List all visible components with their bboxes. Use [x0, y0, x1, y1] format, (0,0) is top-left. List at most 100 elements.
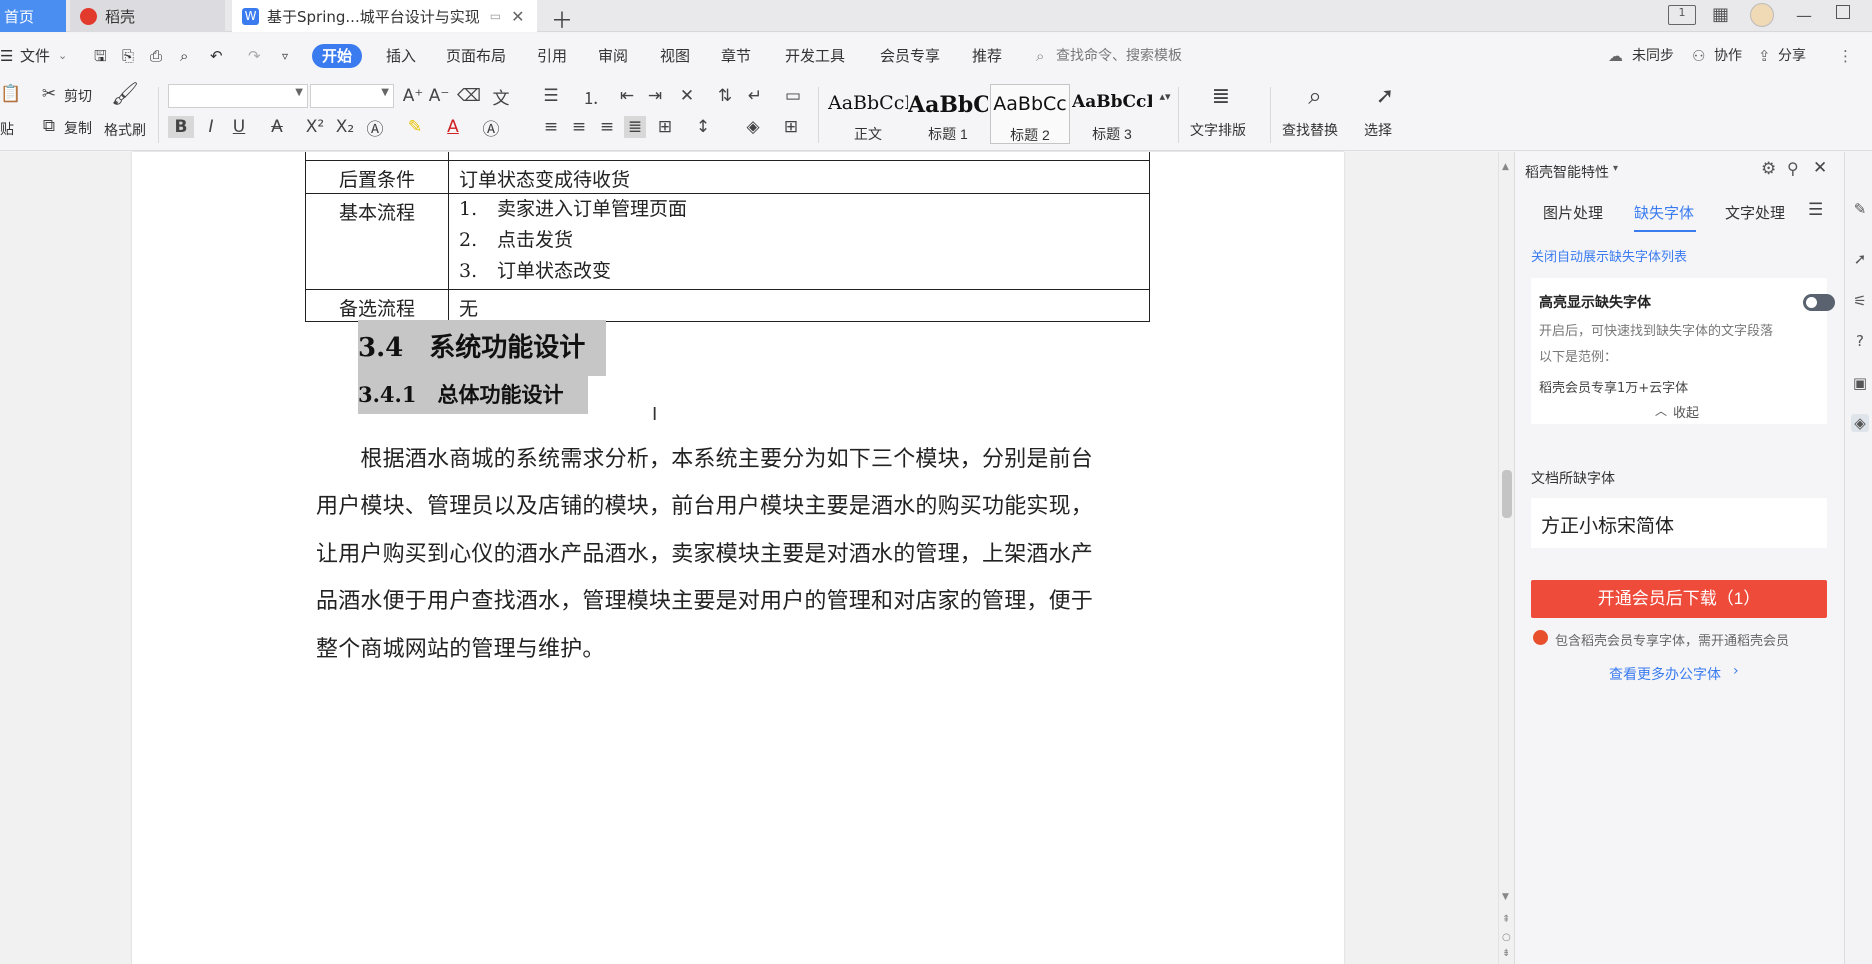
prev-page-icon[interactable]: ⇞	[1502, 914, 1510, 925]
menu-start[interactable]: 开始	[312, 44, 363, 68]
panel-tab-missing-fonts[interactable]: 缺失字体	[1634, 202, 1694, 223]
grid-apps-icon[interactable]: ▦	[1712, 4, 1729, 25]
cut-button[interactable]: 剪切	[64, 86, 92, 106]
bullet-list-icon[interactable]: ☰	[540, 85, 562, 107]
document-page[interactable]: 后置条件 订单状态变成待收货 基本流程 1. 卖家进入订单管理页面 2. 点击发货 …	[132, 152, 1344, 964]
collab-button[interactable]: 协作	[1714, 44, 1742, 68]
avatar[interactable]	[1750, 3, 1774, 27]
image-tool-icon[interactable]: ▣	[1851, 374, 1869, 392]
increase-indent-icon[interactable]: ⇥	[644, 85, 666, 107]
text-effect-icon[interactable]: Ⓐ	[364, 116, 386, 140]
borders-icon[interactable]: ⊞	[780, 116, 802, 138]
command-search-input[interactable]: 查找命令、搜索模板	[1056, 44, 1182, 68]
panel-tab-text[interactable]: 文字处理	[1725, 202, 1785, 223]
menu-developer[interactable]: 开发工具	[785, 44, 845, 68]
menu-file[interactable]: 文件	[20, 44, 50, 68]
paste-button[interactable]: 粘贴	[0, 119, 14, 139]
paste-icon[interactable]: 📋	[0, 83, 22, 105]
share-button[interactable]: 分享	[1778, 44, 1806, 68]
pinyin-guide-icon[interactable]: 文	[490, 85, 512, 109]
find-replace-button[interactable]: 查找替换	[1282, 120, 1338, 140]
table-tools-icon[interactable]: ▭	[782, 85, 804, 107]
menu-list-icon[interactable]: ☰	[1808, 200, 1823, 220]
smart-features-icon[interactable]: ◈	[1851, 414, 1869, 432]
new-tab-icon[interactable]: ＋	[551, 3, 573, 35]
edit-pen-icon[interactable]: ✎	[1851, 200, 1869, 218]
missing-font-item[interactable]: 方正小标宋简体	[1531, 498, 1827, 548]
align-left-icon[interactable]: ≡	[540, 116, 562, 138]
print-preview-icon[interactable]: ⌕	[180, 44, 188, 68]
quick-access-more-icon[interactable]: ▿	[282, 44, 288, 68]
numbered-list-icon[interactable]: ⒈	[580, 85, 602, 109]
highlight-toggle[interactable]	[1803, 294, 1835, 311]
chinese-layout-icon[interactable]: ✕	[676, 85, 698, 107]
font-color-icon[interactable]: A	[442, 116, 464, 138]
more-fonts-link[interactable]: 查看更多办公字体	[1609, 664, 1721, 684]
style-heading-1[interactable]: AaBbC 标题 1	[908, 84, 988, 144]
undo-icon[interactable]: ↶	[210, 44, 223, 68]
chevron-up-icon[interactable]: ︿	[1655, 402, 1667, 419]
menu-recommend[interactable]: 推荐	[972, 44, 1002, 68]
justify-icon[interactable]: ≣	[624, 116, 646, 138]
subscript-icon[interactable]: X₂	[334, 116, 356, 138]
menu-member[interactable]: 会员专享	[880, 44, 940, 68]
chevron-down-icon[interactable]: ▾	[1613, 163, 1618, 174]
distribute-icon[interactable]: ⊞	[654, 116, 676, 138]
help-icon[interactable]: ?	[1851, 332, 1869, 350]
copy-button[interactable]: 复制	[64, 118, 92, 138]
chevron-down-icon[interactable]: ⌄	[58, 44, 67, 68]
pin-icon[interactable]: ⚲	[1787, 159, 1799, 178]
menu-insert[interactable]: 插入	[386, 44, 416, 68]
scrollbar-thumb[interactable]	[1502, 470, 1512, 518]
menu-page-layout[interactable]: 页面布局	[446, 44, 506, 68]
tab-document[interactable]: W 基于Spring...城平台设计与实现 ▭ ✕	[232, 0, 537, 32]
adjust-sliders-icon[interactable]: ⚟	[1851, 292, 1869, 310]
vertical-scrollbar[interactable]: ▲ ▼ ⇞ ○ ⇟	[1498, 152, 1514, 964]
tab-home[interactable]: 首页	[0, 0, 66, 32]
chevron-right-icon[interactable]: ›	[1733, 663, 1739, 679]
format-painter-button[interactable]: 格式刷	[104, 120, 146, 140]
clear-format-icon[interactable]: ⌫	[457, 85, 481, 107]
underline-icon[interactable]: U	[228, 116, 250, 138]
tab-close-icon[interactable]: ✕	[511, 7, 524, 26]
shrink-font-icon[interactable]: A⁻	[428, 85, 450, 107]
panel-tab-image[interactable]: 图片处理	[1543, 202, 1603, 223]
collapse-button[interactable]: 收起	[1673, 402, 1699, 421]
tab-daoke[interactable]: 稻壳	[70, 0, 225, 32]
style-normal[interactable]: AaBbCcI 正文	[828, 84, 908, 144]
sync-status[interactable]: 未同步	[1632, 44, 1674, 68]
redo-icon[interactable]: ↷	[248, 44, 261, 68]
close-auto-show-link[interactable]: 关闭自动展示缺失字体列表	[1531, 246, 1687, 265]
next-page-icon[interactable]: ⇟	[1502, 948, 1510, 959]
style-heading-2[interactable]: AaBbCc 标题 2	[990, 84, 1070, 144]
bold-icon[interactable]: B	[168, 116, 194, 138]
text-layout-button[interactable]: 文字排版	[1190, 120, 1246, 140]
menu-review[interactable]: 审阅	[598, 44, 628, 68]
font-size-select[interactable]: ▼	[310, 84, 394, 108]
show-marks-icon[interactable]: ↵	[744, 85, 766, 107]
split-view-icon[interactable]: 1	[1668, 5, 1696, 25]
grow-font-icon[interactable]: A⁺	[402, 85, 424, 107]
line-spacing-icon[interactable]: ↕	[692, 116, 714, 138]
style-heading-3[interactable]: AaBbCcI 标题 3	[1072, 84, 1152, 144]
char-border-icon[interactable]: Ⓐ	[480, 116, 502, 140]
download-fonts-button[interactable]: 开通会员后下载（1）	[1531, 580, 1827, 618]
decrease-indent-icon[interactable]: ⇤	[616, 85, 638, 107]
export-pdf-icon[interactable]: ⎘	[122, 44, 134, 68]
align-right-icon[interactable]: ≡	[596, 116, 618, 138]
minimize-icon[interactable]: —	[1796, 6, 1812, 25]
sort-icon[interactable]: ⇅	[714, 85, 736, 107]
shading-icon[interactable]: ◈	[742, 116, 764, 138]
panel-title[interactable]: 稻壳智能特性	[1525, 162, 1609, 182]
menu-section[interactable]: 章节	[721, 44, 751, 68]
select-browse-icon[interactable]: ○	[1502, 932, 1511, 943]
cloud-sync-icon[interactable]: ☁	[1608, 44, 1623, 68]
cursor-select-icon[interactable]: ➚	[1851, 250, 1869, 268]
scroll-down-icon[interactable]: ▼	[1502, 892, 1509, 902]
italic-icon[interactable]: I	[200, 116, 222, 138]
superscript-icon[interactable]: X²	[304, 116, 326, 138]
align-center-icon[interactable]: ≡	[568, 116, 590, 138]
scroll-up-icon[interactable]: ▲	[1502, 162, 1509, 172]
styles-expand-icon[interactable]: ▴▾	[1154, 85, 1176, 107]
hamburger-icon[interactable]: ☰	[0, 44, 13, 68]
